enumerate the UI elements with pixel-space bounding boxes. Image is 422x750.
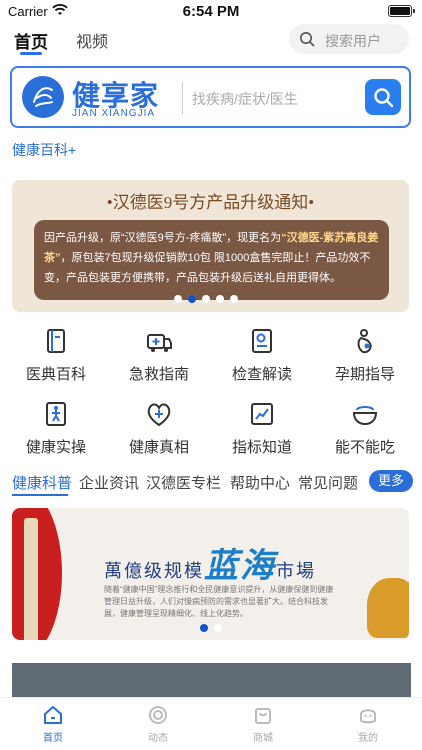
battery-icon [388, 5, 415, 17]
grid-label: 孕期指导 [334, 366, 395, 383]
promo-title: 萬億级规模蓝海市場 [104, 538, 316, 587]
profile-face-icon [360, 709, 376, 724]
tabbar-label: 动态 [148, 733, 168, 744]
tabbar-label: 商城 [253, 733, 273, 744]
user-search-input[interactable]: 搜索用户 [289, 24, 409, 54]
tabbar-moments[interactable]: 动态 [128, 704, 188, 744]
active-tab-indicator [12, 494, 68, 496]
grid-item-pregnancy-guide[interactable]: 孕期指导 [315, 327, 415, 391]
carousel-dot[interactable] [200, 624, 208, 632]
tabbar-label: 我的 [358, 733, 378, 744]
grid-label: 急救指南 [128, 366, 189, 383]
carousel-dot[interactable] [216, 295, 224, 303]
promo-text: 随着“健康中国”理念推行和全民健康意识提升，从健康保健到健康管理日益升级，人们对… [104, 585, 334, 618]
heart-plus-icon [147, 403, 171, 427]
book-icon [47, 329, 65, 353]
status-time: 6:54 PM [182, 3, 240, 20]
grid-label: 健康真相 [128, 439, 189, 456]
grid-label: 健康实操 [25, 439, 86, 456]
notice-text: ，原包装7包现升级促销款10包 限1000盒售完即止！产品功效不变，产品包装更方… [44, 252, 371, 284]
grid-item-indicators[interactable]: 指标知道 [212, 400, 312, 464]
promo-banner[interactable]: 萬億级规模蓝海市場 随着“健康中国”理念推行和全民健康意识提升，从健康保健到健康… [12, 508, 409, 640]
search-icon [300, 32, 315, 47]
active-tab-indicator [20, 52, 42, 55]
top-nav: 首页 视频 搜索用户 [0, 22, 422, 58]
brand-search-placeholder: 找疾病/症状/医生 [192, 91, 298, 107]
brand-search-box[interactable]: 健享家 JIAN XIANGJIA 找疾病/症状/医生 [10, 66, 411, 128]
notice-banner[interactable]: •汉德医9号方产品升级通知• 因产品升级，原“汉德医9号方-疼痛散”，现更名为“… [12, 180, 409, 312]
tabbar-profile[interactable]: 我的 [338, 704, 398, 744]
pregnancy-icon [357, 329, 372, 354]
tabbar-home[interactable]: 首页 [23, 704, 83, 744]
grid-item-health-truth[interactable]: 健康真相 [109, 400, 209, 464]
carousel-dot[interactable] [202, 295, 210, 303]
grid-label: 检查解读 [231, 366, 292, 383]
grid-item-can-i-eat[interactable]: 能不能吃 [315, 400, 415, 464]
moments-icon [149, 706, 167, 724]
tabbar-label: 首页 [43, 733, 63, 744]
grid-item-medical-encyclopedia[interactable]: 医典百科 [6, 327, 106, 391]
report-icon [252, 329, 272, 353]
carousel-dot[interactable] [230, 295, 238, 303]
promo-title-highlight: 蓝海 [204, 548, 276, 585]
tab-faq[interactable]: 常见问题 [298, 472, 358, 493]
promo-title-text: 市場 [276, 561, 316, 581]
notice-text: 因产品升级，原“汉德医9号方-疼痛散”，现更名为 [44, 232, 282, 244]
grid-label: 指标知道 [231, 439, 292, 456]
tabbar-shop[interactable]: 商城 [233, 704, 293, 744]
user-search-placeholder: 搜索用户 [325, 33, 381, 49]
health-encyclopedia-link[interactable]: 健康百科+ [12, 140, 76, 160]
grid-item-test-interpretation[interactable]: 检查解读 [212, 327, 312, 391]
food-bowl-icon [352, 406, 378, 426]
tab-health-science[interactable]: 健康科普 [12, 472, 72, 493]
notice-title: •汉德医9号方产品升级通知• [106, 193, 315, 212]
promo-pillar-decoration [24, 518, 38, 640]
ambulance-icon [147, 334, 172, 352]
tab-video[interactable]: 视频 [76, 28, 108, 52]
carousel-dot[interactable] [188, 295, 196, 303]
carousel-dot[interactable] [174, 295, 182, 303]
brand-pinyin: JIAN XIANGJIA [72, 108, 156, 119]
grid-item-health-practice[interactable]: 健康实操 [6, 400, 106, 464]
more-button[interactable]: 更多 [369, 470, 413, 492]
grid-label: 医典百科 [25, 366, 86, 383]
grid-label: 能不能吃 [334, 439, 395, 456]
home-icon [44, 706, 62, 724]
tab-help-center[interactable]: 帮助中心 [230, 472, 290, 493]
exercise-icon [46, 402, 66, 426]
brand-logo-icon [22, 76, 64, 118]
divider [182, 82, 183, 114]
shop-bag-icon [255, 708, 271, 724]
golden-lion-image [367, 578, 409, 638]
tab-home[interactable]: 首页 [14, 28, 48, 53]
brand-search-button[interactable] [365, 79, 401, 115]
notice-body: 因产品升级，原“汉德医9号方-疼痛散”，现更名为“汉德医-紫苏高良姜茶”，原包装… [34, 220, 389, 300]
tab-handeyi-column[interactable]: 汉德医专栏 [146, 472, 221, 493]
promo-title-text: 萬億级规模 [104, 561, 204, 581]
carousel-dots [200, 624, 222, 632]
carousel-dots [174, 295, 238, 303]
carousel-dot[interactable] [214, 624, 222, 632]
status-bar: Carrier 6:54 PM [0, 0, 422, 22]
category-tabs: 健康科普 企业资讯 汉德医专栏 帮助中心 常见问题 更多 [0, 470, 422, 498]
bottom-tab-bar: 首页 动态 商城 我的 [0, 697, 422, 750]
search-icon [374, 88, 394, 108]
trend-chart-icon [251, 403, 273, 425]
grid-item-first-aid[interactable]: 急救指南 [109, 327, 209, 391]
tab-company-news[interactable]: 企业资讯 [79, 472, 139, 493]
